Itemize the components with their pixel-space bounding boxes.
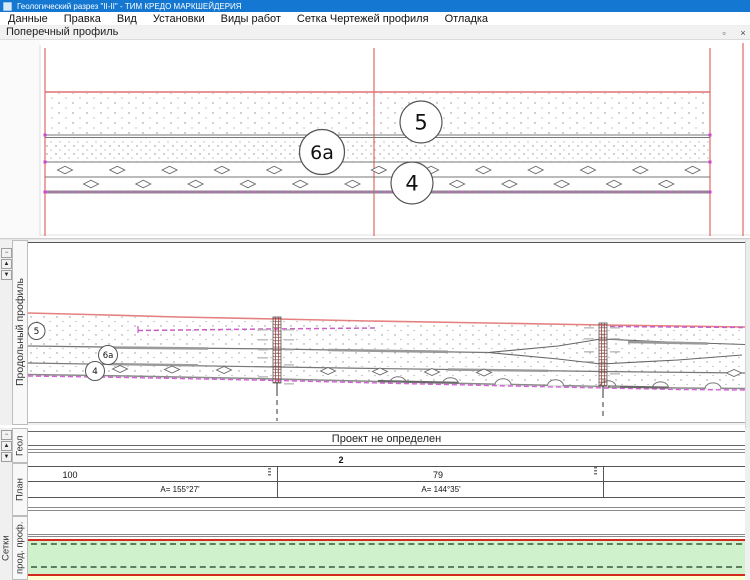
app-icon <box>3 2 12 11</box>
azimuth-value-1: А= 155°27' <box>120 485 240 494</box>
grid-gutter: − ▲ ▼ <box>0 428 12 516</box>
long-profile-gutter: − ▲ ▼ <box>0 240 12 425</box>
distance-value-1: 100 <box>40 470 100 480</box>
cross-profile-title: Поперечный профиль <box>6 26 118 39</box>
tab-prod-prof[interactable]: прод. проф. <box>12 516 28 580</box>
tab-plan-label: План <box>13 464 27 515</box>
collapse-button[interactable]: − <box>1 248 12 258</box>
grid-scroll-up-button[interactable]: ▲ <box>1 441 12 451</box>
picket-divider-2 <box>603 466 604 497</box>
green-dash-row-2 <box>31 566 742 568</box>
grid-zone: − ▲ ▼ Геол План Проект не определен 2 10… <box>0 428 750 516</box>
application-window: Геологический разрез "II-II" - ТИМ КРЕДО… <box>0 0 750 580</box>
cross-profile-drawing: 5 6а 4 <box>0 40 750 238</box>
menu-dannye[interactable]: Данные <box>0 12 56 26</box>
setki-zone: Сетки прод. проф. <box>0 516 750 580</box>
picket-divider-1 <box>277 466 278 497</box>
picket-marker-2 <box>594 467 597 476</box>
tab-long-profile-label: Продольный профиль <box>13 241 27 424</box>
profile-grid: Проект не определен 2 100 79 А= 155°27' … <box>28 428 745 516</box>
menu-setka-chertezhey[interactable]: Сетка Чертежей профиля <box>289 12 437 26</box>
tab-setki-label: Сетки <box>0 516 12 580</box>
tab-long-profile[interactable]: Продольный профиль <box>12 240 28 425</box>
menu-vidy-rabot[interactable]: Виды работ <box>213 12 289 26</box>
long-layer-label-5: 5 <box>34 327 40 337</box>
cross-layer-label-5: 5 <box>414 111 427 135</box>
azimuth-value-2: А= 144°35' <box>381 485 501 494</box>
tab-prod-prof-label: прод. проф. <box>13 517 27 579</box>
tab-geol-label: Геол <box>13 429 27 462</box>
setki-gutter: Сетки <box>0 516 12 580</box>
tab-geol[interactable]: Геол <box>12 428 28 463</box>
project-status-bar: Проект не определен <box>28 431 745 446</box>
long-layer-label-4: 4 <box>92 367 98 377</box>
menu-vid[interactable]: Вид <box>109 12 145 26</box>
grid-collapse-button[interactable]: − <box>1 430 12 440</box>
borehole-2 <box>599 323 607 416</box>
cross-layer-label-4: 4 <box>405 172 418 196</box>
scroll-down-button[interactable]: ▼ <box>1 270 12 280</box>
long-layer-label-6a: 6а <box>103 351 114 361</box>
cross-layer-label-6a: 6а <box>310 142 334 164</box>
close-icon[interactable]: × <box>737 27 749 39</box>
distance-value-2: 79 <box>408 470 468 480</box>
borehole-1 <box>273 317 281 421</box>
long-profile-canvas[interactable]: 5 6а 4 <box>28 242 745 423</box>
setki-strip <box>28 516 745 580</box>
long-profile-panel: − ▲ ▼ Продольный профиль <box>0 240 750 425</box>
kilometer-value: 2 <box>334 455 348 465</box>
float-icon[interactable]: ▫ <box>718 27 730 39</box>
scroll-up-button[interactable]: ▲ <box>1 259 12 269</box>
menu-ustanovki[interactable]: Установки <box>145 12 213 26</box>
title-bar: Геологический разрез "II-II" - ТИМ КРЕДО… <box>0 0 750 12</box>
cross-profile-canvas[interactable]: 5 6а 4 <box>0 40 750 238</box>
green-dash-row-1 <box>31 543 742 545</box>
menu-pravka[interactable]: Правка <box>56 12 109 26</box>
menu-bar: Данные Правка Вид Установки Виды работ С… <box>0 12 750 26</box>
menu-otladka[interactable]: Отладка <box>437 12 496 26</box>
picket-marker-1 <box>268 468 271 477</box>
green-band <box>28 541 745 574</box>
tab-plan[interactable]: План <box>12 463 28 516</box>
grid-scroll-down-button[interactable]: ▼ <box>1 452 12 462</box>
window-title: Геологический разрез "II-II" - ТИМ КРЕДО… <box>17 0 242 12</box>
long-profile-drawing: 5 6а 4 <box>28 243 745 422</box>
yellow-band <box>28 576 745 580</box>
cross-profile-caption: Поперечный профиль ▫ × <box>0 26 750 40</box>
